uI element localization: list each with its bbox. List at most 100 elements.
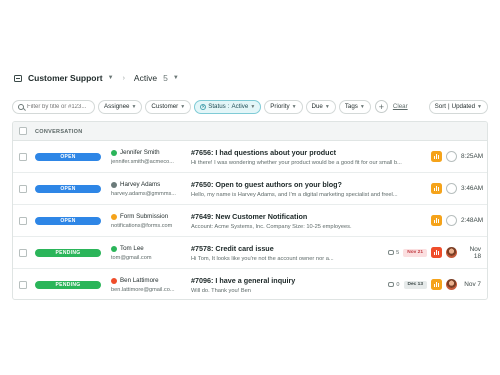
channel-bar <box>438 251 440 255</box>
assignee-filter[interactable]: Assignee ▼ <box>98 99 143 114</box>
chevron-down-icon[interactable]: ▼ <box>173 75 179 81</box>
contact-status-dot <box>111 277 117 284</box>
conversation-title[interactable]: #7656: I had questions about your produc… <box>191 148 427 157</box>
row-meta: 3:46AM <box>431 182 484 195</box>
contact-cell[interactable]: Harvey Adams harvey.adams@gmmms... <box>111 181 185 197</box>
conversation-title[interactable]: #7649: New Customer Notification <box>191 212 427 221</box>
contact-cell[interactable]: Jennifer Smith jennifer.smith@acmeco... <box>111 149 185 165</box>
status-filter[interactable]: ✕ Status : Active ▼ <box>194 99 262 114</box>
updated-time: Nov 7 <box>464 281 481 288</box>
comment-icon <box>388 250 395 255</box>
customer-filter[interactable]: Customer ▼ <box>145 99 192 114</box>
tags-filter-label: Tags <box>344 103 358 110</box>
table-row[interactable]: PENDING Ben Lattimore ben.lattimore@gmail.… <box>13 269 487 299</box>
remove-filter-icon[interactable]: ✕ <box>200 103 207 110</box>
sort-value: Updated <box>451 103 476 110</box>
status-badge: OPEN <box>35 153 101 161</box>
table-body: OPEN Jennifer Smith jennifer.smith@acmeco.… <box>13 141 487 299</box>
row-checkbox[interactable] <box>19 281 27 289</box>
breadcrumb-separator-icon: › <box>122 74 125 82</box>
contact-name: Form Submission <box>120 213 169 220</box>
search-field[interactable] <box>12 99 97 114</box>
row-checkbox[interactable] <box>19 249 27 257</box>
channel-icon <box>431 151 442 162</box>
customer-filter-label: Customer <box>151 103 179 110</box>
filter-bar: Assignee▼ Customer▼ ✕ Status : Active ▼ … <box>12 99 488 114</box>
contact-status-dot <box>111 245 117 252</box>
row-checkbox[interactable] <box>19 217 27 225</box>
priority-filter-label: Priority <box>270 103 290 110</box>
chevron-down-icon: ▼ <box>291 103 297 110</box>
clear-filters-link[interactable]: Clear <box>393 103 408 110</box>
chevron-down-icon: ▼ <box>359 103 365 110</box>
conversation-cell[interactable]: #7656: I had questions about your produc… <box>191 148 427 166</box>
inbox-icon <box>14 74 22 82</box>
conversation-cell[interactable]: #7650: Open to guest authors on your blo… <box>191 180 427 198</box>
channel-icon <box>431 183 442 194</box>
status-badge: PENDING <box>35 281 101 289</box>
status-badge: PENDING <box>35 249 101 257</box>
row-meta: 5 Nov 21 Nov 18 <box>388 245 481 260</box>
sort-label: Sort <box>434 103 447 110</box>
contact-cell[interactable]: Ben Lattimore ben.lattimore@gmail.co... <box>111 277 185 293</box>
table-row[interactable]: OPEN Harvey Adams harvey.adams@gmmms... #76… <box>13 173 487 205</box>
due-filter-label: Due <box>311 103 323 110</box>
updated-time: 8:25AM <box>461 153 484 160</box>
status-filter-separator: : <box>227 103 230 110</box>
comment-icon <box>388 282 395 287</box>
assignee-avatar[interactable] <box>446 247 457 258</box>
inbox-title[interactable]: Customer Support <box>28 73 103 83</box>
row-checkbox[interactable] <box>19 185 27 193</box>
conversation-title[interactable]: #7650: Open to guest authors on your blo… <box>191 180 427 189</box>
assignee-avatar[interactable] <box>446 151 457 162</box>
comment-count-value: 5 <box>396 249 400 256</box>
priority-filter[interactable]: Priority ▼ <box>264 99 303 114</box>
table-row[interactable]: PENDING Tom Lee tom@gmail.com #7578: Credit… <box>13 237 487 269</box>
assignee-avatar[interactable] <box>446 279 457 290</box>
conversation-snippet: Account: Acme Systems, Inc. Company Size… <box>191 224 352 230</box>
assignee-avatar[interactable] <box>446 183 457 194</box>
chevron-down-icon: ▼ <box>250 103 256 110</box>
table-header: CONVERSATION <box>13 122 487 141</box>
contact-name: Harvey Adams <box>120 181 161 188</box>
tags-filter[interactable]: Tags ▼ <box>338 99 371 114</box>
contact-name: Jennifer Smith <box>120 149 160 156</box>
status-badge: OPEN <box>35 217 101 225</box>
contact-name: Tom Lee <box>120 245 144 252</box>
due-date-badge: Nov 21 <box>403 248 427 257</box>
contact-email: tom@gmail.com <box>111 255 152 261</box>
contact-status-dot <box>111 213 117 220</box>
assignee-filter-label: Assignee <box>104 103 130 110</box>
comment-count: 0 <box>388 282 400 288</box>
channel-bar <box>435 218 438 223</box>
row-checkbox[interactable] <box>19 153 27 161</box>
updated-time: 3:46AM <box>461 185 484 192</box>
due-filter[interactable]: Due ▼ <box>305 99 336 114</box>
sort-dropdown[interactable]: Sort | Updated ▼ <box>428 99 488 114</box>
assignee-avatar[interactable] <box>446 215 457 226</box>
conversation-snippet: Hello, my name is Harvey Adams, and I'm … <box>191 192 398 198</box>
select-all-checkbox[interactable] <box>19 127 27 135</box>
row-meta: 8:25AM <box>431 150 484 163</box>
table-row[interactable]: OPEN Jennifer Smith jennifer.smith@acmeco.… <box>13 141 487 173</box>
chevron-down-icon: ▼ <box>131 103 137 110</box>
contact-cell[interactable]: Form Submission notifications@forms.com <box>111 213 185 229</box>
due-date-badge: Dec 13 <box>403 280 427 289</box>
updated-time: Nov 18 <box>469 245 481 260</box>
chevron-down-icon[interactable]: ▼ <box>108 75 114 81</box>
channel-bar <box>433 156 435 159</box>
view-selector[interactable]: Active <box>134 73 157 83</box>
search-input[interactable] <box>27 103 97 110</box>
channel-icon <box>431 247 442 258</box>
table-row[interactable]: OPEN Form Submission notifications@forms.c… <box>13 205 487 237</box>
channel-icon <box>431 215 442 226</box>
channel-bar <box>435 250 438 255</box>
contact-email: harvey.adams@gmmms... <box>111 191 176 197</box>
status-filter-value: Active <box>231 103 249 110</box>
contact-cell[interactable]: Tom Lee tom@gmail.com <box>111 245 185 261</box>
conversation-cell[interactable]: #7649: New Customer Notification Account:… <box>191 212 427 230</box>
channel-bar <box>435 282 438 287</box>
updated-time: 2:48AM <box>461 217 484 224</box>
channel-bar <box>438 283 440 287</box>
add-filter-icon[interactable]: + <box>374 100 388 113</box>
